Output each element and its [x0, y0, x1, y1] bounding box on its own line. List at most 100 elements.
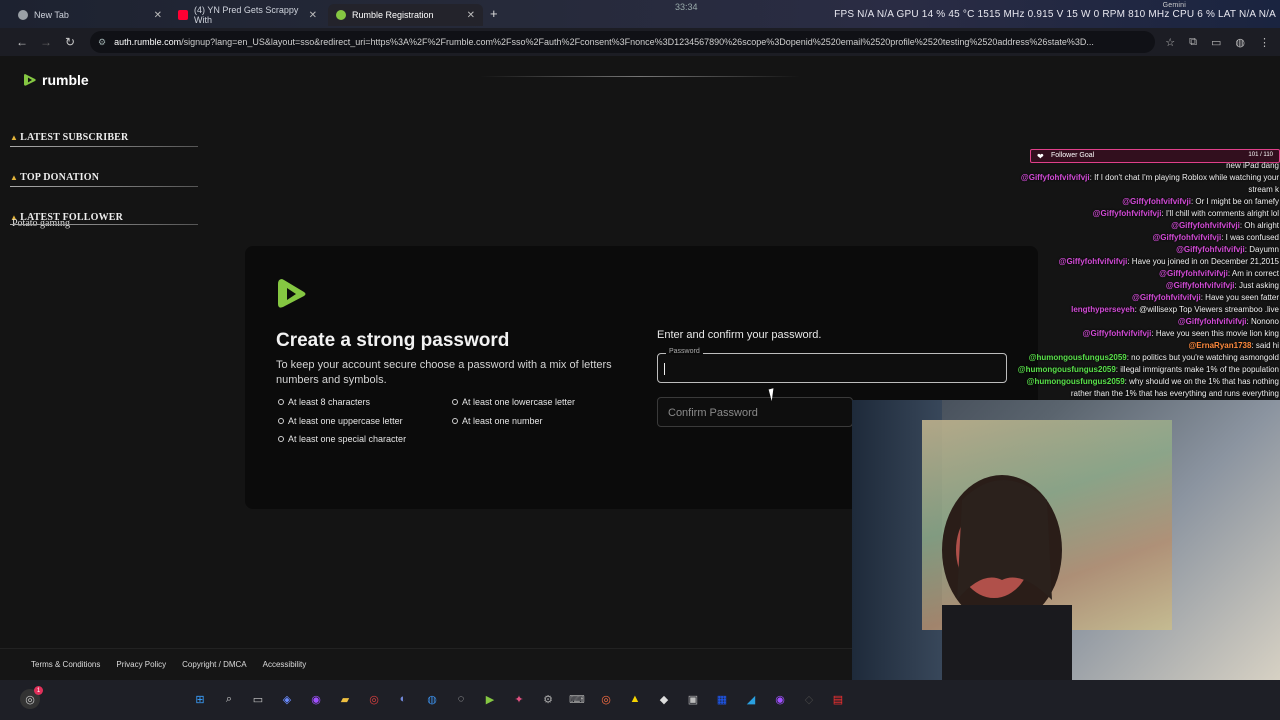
back-arrow-icon[interactable]: ←: [10, 35, 34, 49]
privacy-link[interactable]: Privacy Policy: [116, 660, 166, 669]
site-info-icon[interactable]: ⚙: [98, 37, 106, 48]
search-icon[interactable]: ⌕: [220, 690, 238, 708]
obs-icon[interactable]: ◌: [452, 690, 470, 708]
capture-icon[interactable]: ▣: [684, 690, 702, 708]
youtube-favicon-icon: [178, 10, 188, 20]
notification-app-icon[interactable]: ▲: [626, 690, 644, 708]
terminal-icon[interactable]: ⌨: [568, 690, 586, 708]
chat-text: : Am in correct: [1227, 269, 1279, 278]
rumble-mark-icon: [278, 279, 306, 308]
photoshop-icon[interactable]: ▦: [713, 690, 731, 708]
chat-message: @humongousfungus2059: illegal immigrants…: [950, 364, 1280, 376]
close-icon[interactable]: ✕: [154, 10, 162, 21]
cast-icon[interactable]: ▭: [1211, 36, 1221, 49]
chat-username: @Giffyfohfvifvifvji: [1176, 245, 1245, 254]
tab-new-tab[interactable]: New Tab ✕: [10, 4, 170, 26]
page-title: Create a strong password: [276, 330, 510, 351]
confirm-password-field[interactable]: Confirm Password: [657, 397, 853, 427]
menu-icon[interactable]: ⋮: [1259, 36, 1270, 49]
discord-icon[interactable]: ◐: [394, 690, 412, 708]
reload-icon[interactable]: ↻: [58, 35, 82, 49]
chat-message: @humongousfungus2059: why should we on t…: [950, 376, 1280, 388]
requirement-item: At least one number: [452, 416, 543, 426]
browser-tab-bar: New Tab ✕ (4) YN Pred Gets Scrappy With …: [0, 0, 1280, 28]
chat-username: @Giffyfohfvifvifvji: [1082, 329, 1152, 338]
form-instructions: Enter and confirm your password.: [657, 329, 822, 341]
task-view-icon[interactable]: ▭: [249, 690, 267, 708]
copyright-link[interactable]: Copyright / DMCA: [182, 660, 246, 669]
tab-label: (4) YN Pred Gets Scrappy With: [194, 5, 299, 25]
chat-text: : I'll chill with comments alright lol: [1161, 209, 1279, 218]
requirement-label: At least one number: [462, 416, 543, 426]
close-icon[interactable]: ✕: [467, 10, 475, 21]
circle-icon: [452, 418, 458, 424]
windows-taskbar: ◎ 1 ⊞ ⌕ ▭ ◈ ◉ ▰ ◎ ◐ ◍ ◌ ▶ ✦ ⚙ ⌨ ◎ ▲ ◆ ▣ ▦ ◢ ◉ ◇ ▤: [0, 680, 1280, 720]
stream-icon[interactable]: ◉: [771, 690, 789, 708]
rumble-app-icon[interactable]: ▶: [481, 690, 499, 708]
tab-label: New Tab: [34, 10, 69, 20]
steam-icon[interactable]: ◍: [423, 690, 441, 708]
chat-username: @Giffyfohfvifvifvji: [1177, 317, 1247, 326]
chat-message: @Giffyfohfvifvifvji: I'll chill with com…: [950, 208, 1280, 220]
tab-rumble-registration[interactable]: Rumble Registration ✕: [328, 4, 483, 26]
requirement-label: At least one lowercase letter: [462, 397, 576, 407]
chat-text: : said hi: [1251, 341, 1279, 350]
twitch-like-icon[interactable]: ◉: [307, 690, 325, 708]
url-path: /signup?lang=en_US&layout=sso&redirect_u…: [181, 37, 1094, 47]
chat-text: rather than the 1% that has everything a…: [1070, 389, 1279, 398]
notification-app-button[interactable]: ◎ 1: [20, 686, 43, 709]
file-explorer-icon[interactable]: ▰: [336, 690, 354, 708]
forward-arrow-icon[interactable]: →: [34, 35, 58, 49]
circle-icon: [278, 436, 284, 442]
text-caret: [664, 363, 665, 375]
chat-message: @Giffyfohfvifvifvji: Or I might be on fa…: [950, 196, 1280, 208]
url-host: auth.rumble.com: [114, 37, 182, 47]
chat-text: : Have you seen fatter: [1200, 293, 1279, 302]
accessibility-link[interactable]: Accessibility: [263, 660, 307, 669]
chat-text: : Oh alright: [1239, 221, 1279, 230]
address-bar[interactable]: ⚙ auth.rumble.com /signup?lang=en_US&lay…: [90, 31, 1156, 53]
extensions-icon[interactable]: ⧉: [1189, 36, 1197, 49]
hud-text: FPS N/A N/A GPU 14 % 45 °C 1515 MHz 0.91…: [834, 9, 1276, 20]
chat-text: : Dayumn: [1244, 245, 1279, 254]
settings-icon[interactable]: ⚙: [539, 690, 557, 708]
performance-hud: Gemini FPS N/A N/A GPU 14 % 45 °C 1515 M…: [834, 2, 1276, 20]
chat-message: stream k: [950, 184, 1280, 196]
chat-message: @humongousfungus2059: no politics but yo…: [950, 352, 1280, 364]
game-icon[interactable]: ✦: [510, 690, 528, 708]
vpn-icon[interactable]: ◇: [800, 690, 818, 708]
chat-message: rather than the 1% that has everything a…: [950, 388, 1280, 400]
github-icon[interactable]: ◆: [655, 690, 673, 708]
terms-link[interactable]: Terms & Conditions: [31, 660, 100, 669]
chat-message: new iPad dang: [950, 160, 1280, 172]
browser-alt-icon[interactable]: ◎: [597, 690, 615, 708]
chat-username: @Giffyfohfvifvifvji: [1132, 293, 1201, 302]
copilot-icon[interactable]: ◈: [278, 690, 296, 708]
media-icon[interactable]: ◢: [742, 690, 760, 708]
overlay-latest-subscriber-label: LATEST SUBSCRIBER: [20, 132, 129, 143]
page-footer: Terms & Conditions Privacy Policy Copyri…: [0, 648, 853, 680]
bookmark-star-icon[interactable]: ☆: [1165, 36, 1175, 49]
chat-message: @Giffyfohfvifvifvji: If I don't chat I'm…: [950, 172, 1280, 184]
rumble-brand-text: rumble: [42, 72, 89, 88]
chat-message: @Giffyfohfvifvifvji: I was confused: [950, 232, 1280, 244]
windows-start-icon[interactable]: ⊞: [191, 690, 209, 708]
webcam-feed: [852, 400, 1280, 685]
chrome-icon[interactable]: ◎: [365, 690, 383, 708]
chat-username: @Giffyfohfvifvifvji: [1159, 269, 1228, 278]
profile-icon[interactable]: ◍: [1235, 36, 1245, 49]
chat-username: @humongousfungus2059: [1017, 365, 1116, 374]
follower-goal-title: Follower Goal: [1051, 152, 1095, 159]
chat-message: @Giffyfohfvifvifvji: Have you seen fatte…: [950, 292, 1280, 304]
overlay-top-donation-label: TOP DONATION: [20, 172, 100, 183]
close-icon[interactable]: ✕: [309, 10, 317, 21]
divider: [10, 186, 198, 187]
follower-goal-count: 101 / 110: [1248, 152, 1273, 158]
rumble-logo[interactable]: rumble: [22, 72, 89, 88]
chat-text: : I was confused: [1221, 233, 1279, 242]
new-tab-button[interactable]: +: [490, 6, 498, 21]
misc-icon[interactable]: ▤: [829, 690, 847, 708]
divider: [10, 146, 198, 147]
tab-youtube[interactable]: (4) YN Pred Gets Scrappy With ✕: [170, 4, 325, 26]
chat-text: new iPad dang: [1226, 161, 1279, 170]
